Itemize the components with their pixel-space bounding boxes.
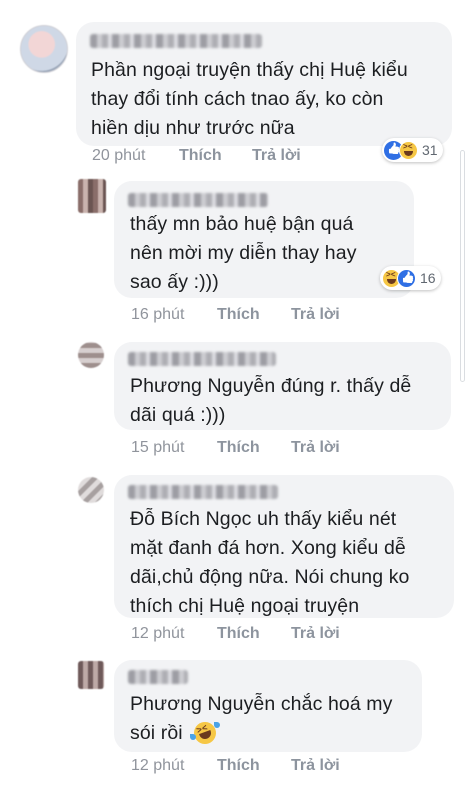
- commenter-avatar[interactable]: [78, 179, 106, 213]
- reaction-summary[interactable]: 31: [382, 138, 443, 162]
- reply-button[interactable]: Trả lời: [291, 306, 340, 324]
- reply-button[interactable]: Trả lời: [291, 439, 340, 457]
- reply-button[interactable]: Trả lời: [252, 147, 301, 165]
- tear-icon: [214, 722, 220, 728]
- comment-bubble: Phương Nguyễn chắc hoá my sói rồi: [114, 660, 422, 752]
- like-button[interactable]: Thích: [217, 625, 260, 643]
- commenter-name-blurred[interactable]: [128, 670, 188, 684]
- like-button[interactable]: Thích: [217, 439, 260, 457]
- reaction-count: 16: [420, 270, 436, 286]
- like-button[interactable]: Thích: [217, 757, 260, 775]
- comment-timestamp[interactable]: 20 phút: [92, 147, 145, 165]
- comment-timestamp[interactable]: 12 phút: [131, 625, 184, 643]
- comment-bubble: Phương Nguyễn đúng r. thấy dễ dãi quá :)…: [114, 342, 451, 430]
- comment-bubble: Phần ngoại truyện thấy chị Huệ kiểu thay…: [76, 22, 452, 146]
- reply-button[interactable]: Trả lời: [291, 625, 340, 643]
- haha-icon: [399, 140, 418, 160]
- commenter-avatar[interactable]: [78, 477, 104, 503]
- comment-text: Phương Nguyễn đúng r. thấy dễ dãi quá :)…: [130, 375, 412, 426]
- reaction-summary[interactable]: 16: [380, 266, 441, 290]
- comment-text: Phần ngoại truyện thấy chị Huệ kiểu thay…: [91, 59, 408, 139]
- comment-bubble: Đỗ Bích Ngọc uh thấy kiểu nét mặt đanh đ…: [114, 475, 454, 618]
- reaction-count: 31: [422, 142, 438, 158]
- reply-button[interactable]: Trả lời: [291, 757, 340, 775]
- commenter-name-blurred[interactable]: [128, 485, 278, 499]
- comment-timestamp[interactable]: 16 phút: [131, 306, 184, 324]
- like-icon: [397, 268, 416, 288]
- like-button[interactable]: Thích: [179, 147, 222, 165]
- tear-icon: [190, 734, 196, 740]
- comment-text: thấy mn bảo huệ bận quá nên mời my diễn …: [130, 213, 357, 293]
- commenter-name-blurred[interactable]: [128, 193, 268, 207]
- like-button[interactable]: Thích: [217, 306, 260, 324]
- commenter-avatar[interactable]: [20, 25, 68, 73]
- commenter-name-blurred[interactable]: [90, 34, 262, 48]
- comment-timestamp[interactable]: 15 phút: [131, 439, 184, 457]
- commenter-avatar[interactable]: [78, 661, 104, 689]
- commenter-name-blurred[interactable]: [128, 352, 276, 366]
- comment-timestamp[interactable]: 12 phút: [131, 757, 184, 775]
- comment-bubble: thấy mn bảo huệ bận quá nên mời my diễn …: [114, 181, 414, 298]
- commenter-avatar[interactable]: [78, 342, 104, 368]
- comment-text: Đỗ Bích Ngọc uh thấy kiểu nét mặt đanh đ…: [130, 508, 410, 617]
- comment-text: Phương Nguyễn chắc hoá my sói rồi: [130, 693, 393, 744]
- scrollbar[interactable]: [460, 150, 465, 382]
